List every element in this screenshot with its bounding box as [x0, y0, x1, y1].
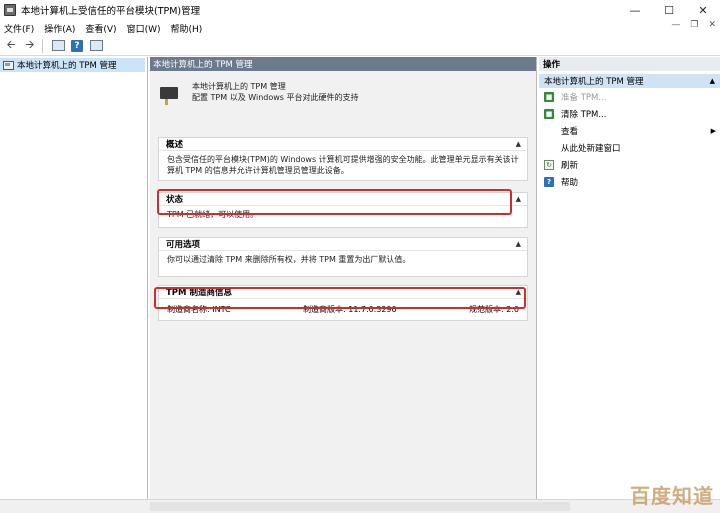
tpm-console-icon: [4, 4, 16, 16]
options-section: 可用选项 ▲ 你可以通过清除 TPM 来删除所有权，并将 TPM 重置为出厂默认…: [158, 237, 528, 277]
collapse-icon[interactable]: ▲: [516, 240, 521, 248]
mdi-close-button[interactable]: ✕: [708, 20, 716, 30]
action-label: 刷新: [561, 160, 579, 171]
intro-subtitle: 配置 TPM 以及 Windows 平台对此硬件的支持: [192, 93, 359, 102]
minimize-button[interactable]: —: [618, 0, 652, 20]
console-tree: 本地计算机上的 TPM 管理: [0, 57, 148, 499]
forward-arrow-icon[interactable]: 🡪: [22, 38, 38, 54]
tpm-green-icon: ■: [544, 108, 554, 119]
collapse-icon[interactable]: ▲: [516, 195, 521, 203]
action-pane-icon: [89, 40, 103, 51]
action-label: 清除 TPM...: [561, 109, 607, 120]
console-tree-icon: [51, 40, 65, 51]
menu-window[interactable]: 窗口(W): [122, 22, 166, 35]
back-arrow-icon[interactable]: 🡨: [3, 38, 19, 54]
horizontal-scrollbar[interactable]: [150, 502, 570, 511]
tree-item-label: 本地计算机上的 TPM 管理: [17, 61, 117, 71]
action-view[interactable]: 查看 ▶: [539, 122, 720, 139]
window-title: 本地计算机上受信任的平台模块(TPM)管理: [21, 6, 201, 17]
help-toolbar-button[interactable]: ?: [69, 38, 85, 54]
collapse-icon[interactable]: ▲: [710, 77, 715, 85]
tree-item-tpm-management[interactable]: 本地计算机上的 TPM 管理: [0, 58, 145, 72]
show-hide-action-pane-button[interactable]: [88, 38, 104, 54]
details-header: 本地计算机上的 TPM 管理: [150, 57, 536, 71]
status-bar: [0, 499, 720, 513]
intro-title: 本地计算机上的 TPM 管理: [192, 82, 286, 91]
show-hide-console-tree-button[interactable]: [50, 38, 66, 54]
overview-header[interactable]: 概述 ▲: [159, 138, 527, 151]
vendor-highlight-box: [154, 287, 526, 309]
menu-view[interactable]: 查看(V): [80, 22, 121, 35]
menu-file[interactable]: 文件(F): [0, 22, 39, 35]
overview-text: 包含受信任的平台模块(TPM)的 Windows 计算机可提供增强的安全功能。此…: [167, 155, 519, 175]
collapse-icon[interactable]: ▲: [516, 140, 521, 148]
refresh-icon: ↻: [544, 159, 554, 170]
action-label: 从此处新建窗口: [561, 143, 621, 154]
action-new-window[interactable]: 从此处新建窗口: [539, 139, 720, 156]
options-text: 你可以通过清除 TPM 来删除所有权，并将 TPM 重置为出厂默认值。: [167, 255, 411, 264]
action-label: 帮助: [561, 177, 579, 188]
action-help[interactable]: ? 帮助: [539, 173, 720, 190]
close-button[interactable]: ✕: [686, 0, 720, 20]
mdi-minimize-button[interactable]: —: [671, 20, 680, 30]
menu-action[interactable]: 操作(A): [39, 22, 80, 35]
help-icon: ?: [71, 39, 83, 52]
options-title: 可用选项: [166, 240, 201, 250]
menu-help[interactable]: 帮助(H): [166, 22, 208, 35]
toolbar-separator: [42, 38, 43, 53]
tpm-console-icon: [3, 60, 14, 70]
intro-block: 本地计算机上的 TPM 管理 配置 TPM 以及 Windows 平台对此硬件的…: [158, 81, 359, 105]
toolbar: 🡨 🡪 ?: [0, 36, 720, 56]
window-controls: — ☐ ✕: [618, 0, 720, 20]
actions-section-header[interactable]: 本地计算机上的 TPM 管理 ▲: [539, 74, 720, 88]
overview-section: 概述 ▲ 包含受信任的平台模块(TPM)的 Windows 计算机可提供增强的安…: [158, 137, 528, 181]
maximize-button[interactable]: ☐: [652, 0, 686, 20]
overview-title: 概述: [166, 140, 184, 150]
mdi-restore-button[interactable]: ❐: [690, 20, 698, 30]
action-clear-tpm[interactable]: ■ 清除 TPM...: [539, 105, 720, 122]
watermark: 百度知道: [630, 484, 714, 508]
details-body: 本地计算机上的 TPM 管理 配置 TPM 以及 Windows 平台对此硬件的…: [150, 71, 536, 499]
actions-section-label: 本地计算机上的 TPM 管理: [544, 77, 644, 87]
action-prepare-tpm[interactable]: ■ 准备 TPM...: [539, 88, 720, 105]
options-header[interactable]: 可用选项 ▲: [159, 238, 527, 251]
action-label: 查看: [561, 126, 579, 137]
action-refresh[interactable]: ↻ 刷新: [539, 156, 720, 173]
menu-bar: 文件(F) 操作(A) 查看(V) 窗口(W) 帮助(H) — ❐ ✕: [0, 20, 720, 36]
submenu-arrow-icon: ▶: [710, 126, 716, 135]
status-highlight-box: [157, 189, 512, 215]
mdi-controls: — ❐ ✕: [671, 20, 716, 30]
actions-pane: 操作 本地计算机上的 TPM 管理 ▲ ■ 准备 TPM... ■ 清除 TPM…: [539, 57, 720, 499]
tpm-chip-icon: [158, 83, 180, 105]
details-pane: 本地计算机上的 TPM 管理 本地计算机上的 TPM 管理 配置 TPM 以及 …: [150, 57, 537, 499]
title-bar: 本地计算机上受信任的平台模块(TPM)管理 — ☐ ✕: [0, 0, 720, 20]
action-label: 准备 TPM...: [561, 92, 607, 103]
help-icon: ?: [544, 176, 554, 187]
tpm-green-icon: ■: [544, 91, 554, 102]
actions-header: 操作: [539, 57, 720, 71]
